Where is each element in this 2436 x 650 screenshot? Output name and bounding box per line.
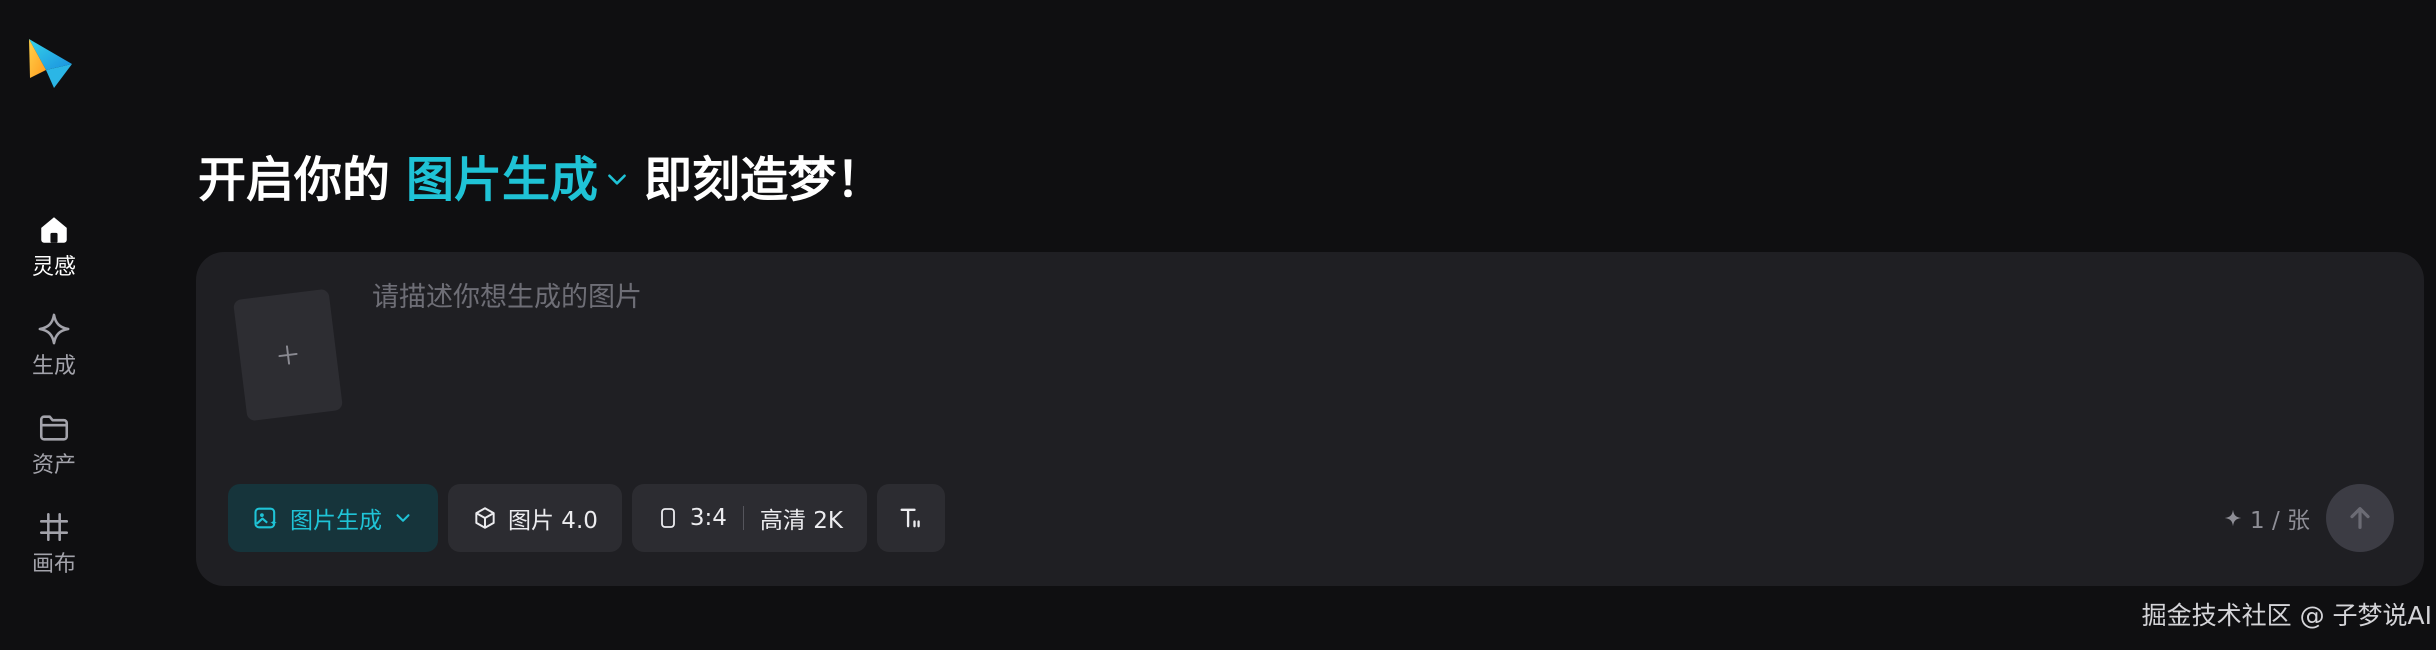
send-button[interactable] bbox=[2326, 484, 2394, 552]
cube-icon bbox=[472, 505, 498, 531]
composer-toolbar: 图片生成 图片 4.0 3:4 高清 2K bbox=[228, 484, 955, 552]
sidebar-item-label: 生成 bbox=[31, 354, 76, 379]
image-sparkle-icon bbox=[252, 504, 280, 532]
aspect-ratio-icon bbox=[656, 505, 680, 531]
sidebar-item-label: 画布 bbox=[31, 552, 76, 577]
sidebar-item-label: 资产 bbox=[31, 453, 76, 478]
sparkle-icon bbox=[2224, 509, 2242, 527]
chevron-down-icon bbox=[608, 174, 626, 185]
text-format-icon bbox=[897, 504, 925, 532]
sidebar-item-label: 灵感 bbox=[31, 255, 76, 280]
chevron-down-icon bbox=[392, 507, 414, 529]
mode-select-label: 图片生成 bbox=[290, 508, 382, 534]
paper-plane-logo-icon[interactable] bbox=[24, 36, 76, 92]
headline-suffix: 即刻造梦！ bbox=[644, 152, 885, 208]
sidebar-item-assets[interactable]: 资产 bbox=[0, 408, 108, 507]
prompt-input[interactable] bbox=[372, 278, 2352, 438]
mode-select-button[interactable]: 图片生成 bbox=[228, 484, 438, 552]
home-icon bbox=[34, 210, 74, 250]
sidebar-item-canvas[interactable]: 画布 bbox=[0, 507, 108, 606]
text-style-button[interactable] bbox=[876, 484, 945, 552]
sidebar-item-generate[interactable]: 生成 bbox=[0, 309, 108, 408]
sidebar-nav: 灵感 生成 资产 画布 bbox=[0, 210, 108, 606]
toolbar-divider bbox=[742, 506, 744, 530]
reference-image-upload[interactable] bbox=[232, 288, 344, 422]
folder-icon bbox=[34, 408, 74, 448]
page-title: 开启你的 图片生成 即刻造梦！ bbox=[198, 144, 884, 208]
watermark: 掘金技术社区 @ 子梦说AI bbox=[2141, 601, 2432, 630]
quality-label: 高清 2K bbox=[759, 508, 843, 534]
ratio-quality-button[interactable]: 3:4 高清 2K bbox=[631, 484, 867, 552]
headline-prefix: 开启你的 bbox=[198, 152, 391, 208]
prompt-composer: 图片生成 图片 4.0 bbox=[196, 252, 2424, 586]
mode-dropdown[interactable]: 图片生成 bbox=[406, 140, 630, 210]
plus-icon bbox=[278, 345, 298, 365]
sparkle-icon bbox=[34, 309, 74, 349]
sidebar-item-inspiration[interactable]: 灵感 bbox=[0, 210, 108, 309]
model-select-label: 图片 4.0 bbox=[508, 508, 598, 534]
canvas-grid-icon bbox=[34, 507, 74, 547]
app-root: 灵感 生成 资产 画布 开启你的 图片生成 即刻造梦！ 请描述你想生成的图片 图… bbox=[0, 0, 2436, 650]
arrow-up-icon bbox=[2350, 507, 2370, 529]
cost-indicator: 1 / 张 bbox=[2222, 500, 2310, 536]
model-select-button[interactable]: 图片 4.0 bbox=[448, 484, 622, 552]
cost-label: 1 / 张 bbox=[2250, 508, 2311, 534]
mode-dropdown-label: 图片生成 bbox=[406, 152, 599, 208]
ratio-label: 3:4 bbox=[689, 505, 727, 531]
